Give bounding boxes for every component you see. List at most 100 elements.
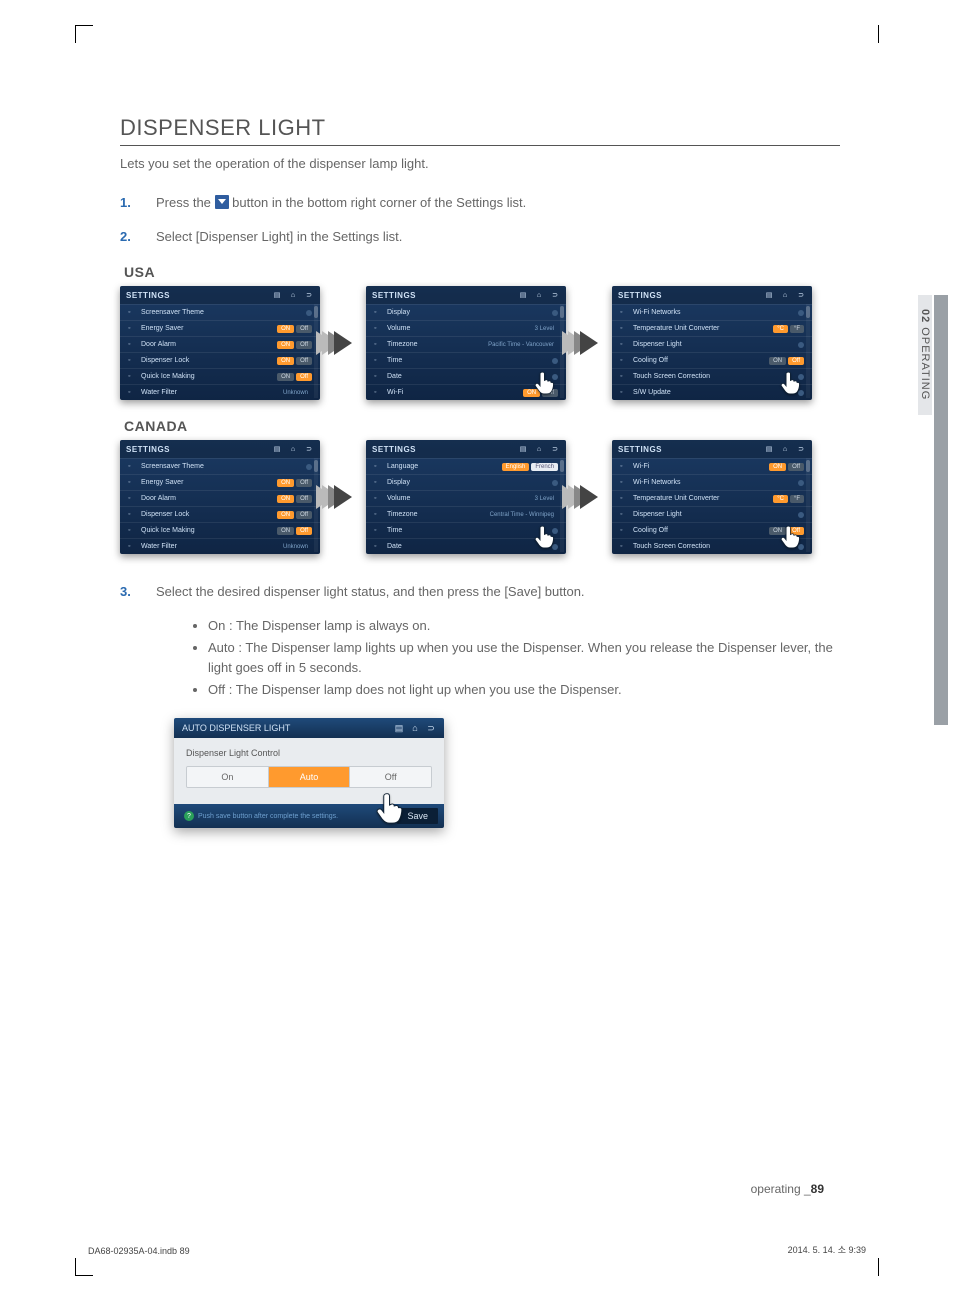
usa-panels: SETTINGS▤⌂⊃◦Screensaver Theme◦Energy Sav…: [120, 286, 840, 400]
home-icon[interactable]: ⌂: [288, 290, 298, 300]
home-icon[interactable]: ⌂: [780, 444, 790, 454]
row-icon: ◦: [128, 463, 136, 471]
row-icon: ◦: [620, 389, 628, 397]
back-icon[interactable]: ⊃: [796, 290, 806, 300]
row-icon: ◦: [374, 495, 382, 503]
settings-row[interactable]: ◦Energy SaverONOff: [120, 320, 320, 336]
settings-row[interactable]: ◦Display: [366, 474, 566, 490]
row-icon: ◦: [374, 511, 382, 519]
settings-row[interactable]: ◦Temperature Unit Converter°C°F: [612, 320, 812, 336]
settings-row[interactable]: ◦Energy SaverONOff: [120, 474, 320, 490]
home-icon[interactable]: ⌂: [288, 444, 298, 454]
row-label-text: Touch Screen Correction: [633, 373, 710, 380]
settings-row[interactable]: ◦Door AlarmONOff: [120, 336, 320, 352]
settings-row[interactable]: ◦LanguageEnglishFrench: [366, 458, 566, 474]
back-icon[interactable]: ⊃: [550, 444, 560, 454]
scrollbar[interactable]: [806, 458, 810, 552]
home-icon[interactable]: ⌂: [534, 444, 544, 454]
memo-icon[interactable]: ▤: [518, 290, 528, 300]
row-icon: ◦: [128, 309, 136, 317]
row-icon: ◦: [128, 543, 136, 551]
row-label-text: Volume: [387, 325, 410, 332]
chevron-down-icon: [215, 195, 229, 209]
row-label-text: Timezone: [387, 511, 417, 518]
settings-row[interactable]: ◦Quick Ice MakingONOff: [120, 522, 320, 538]
settings-row[interactable]: ◦Volume3 Level: [366, 490, 566, 506]
row-label-text: Door Alarm: [141, 495, 176, 502]
row-icon: ◦: [128, 479, 136, 487]
print-timestamp: 2014. 5. 14. 소 9:39: [788, 1243, 866, 1256]
settings-row[interactable]: ◦Display: [366, 304, 566, 320]
home-icon[interactable]: ⌂: [410, 723, 420, 733]
settings-row[interactable]: ◦Dispenser LockONOff: [120, 352, 320, 368]
region-canada-label: CANADA: [124, 418, 840, 434]
settings-row[interactable]: ◦Water FilterUnknown: [120, 538, 320, 554]
row-icon: ◦: [374, 463, 382, 471]
row-label-text: Wi-Fi: [633, 463, 649, 470]
scrollbar[interactable]: [314, 304, 318, 398]
row-label-text: Cooling Off: [633, 357, 668, 364]
settings-row[interactable]: ◦Wi-Fi Networks: [612, 474, 812, 490]
row-label-text: Screensaver Theme: [141, 309, 204, 316]
settings-row[interactable]: ◦Water FilterUnknown: [120, 384, 320, 400]
row-label-text: Door Alarm: [141, 341, 176, 348]
dl-segment[interactable]: On Auto Off: [186, 766, 432, 788]
page-title: DISPENSER LIGHT: [120, 115, 840, 146]
seg-auto[interactable]: Auto: [268, 767, 350, 787]
memo-icon[interactable]: ▤: [764, 290, 774, 300]
footer: operating _89: [751, 1182, 824, 1196]
back-icon[interactable]: ⊃: [304, 290, 314, 300]
settings-row[interactable]: ◦Dispenser LockONOff: [120, 506, 320, 522]
memo-icon[interactable]: ▤: [272, 290, 282, 300]
panel-title: SETTINGS: [126, 445, 170, 454]
scrollbar[interactable]: [560, 458, 564, 552]
memo-icon[interactable]: ▤: [518, 444, 528, 454]
settings-row[interactable]: ◦Wi-Fi Networks: [612, 304, 812, 320]
back-icon[interactable]: ⊃: [796, 444, 806, 454]
row-icon: ◦: [374, 309, 382, 317]
back-icon[interactable]: ⊃: [550, 290, 560, 300]
bullet-auto: Auto : The Dispenser lamp lights up when…: [208, 638, 840, 678]
back-icon[interactable]: ⊃: [304, 444, 314, 454]
settings-row[interactable]: ◦Temperature Unit Converter°C°F: [612, 490, 812, 506]
row-icon: ◦: [620, 373, 628, 381]
settings-row[interactable]: ◦Dispenser Light: [612, 336, 812, 352]
back-icon[interactable]: ⊃: [426, 723, 436, 733]
row-icon: ◦: [374, 325, 382, 333]
row-icon: ◦: [620, 527, 628, 535]
step-2-text: Select [Dispenser Light] in the Settings…: [156, 227, 840, 247]
seg-on[interactable]: On: [187, 767, 268, 787]
dl-subtitle: Dispenser Light Control: [186, 748, 432, 758]
memo-icon[interactable]: ▤: [272, 444, 282, 454]
settings-row[interactable]: ◦Time: [366, 352, 566, 368]
row-icon: ◦: [620, 341, 628, 349]
scrollbar[interactable]: [314, 458, 318, 552]
scrollbar[interactable]: [806, 304, 810, 398]
memo-icon[interactable]: ▤: [394, 723, 404, 733]
settings-row[interactable]: ◦TimezonePacific Time - Vancouver: [366, 336, 566, 352]
seg-off[interactable]: Off: [349, 767, 431, 787]
home-icon[interactable]: ⌂: [534, 290, 544, 300]
settings-row[interactable]: ◦Wi-FiONOff: [612, 458, 812, 474]
row-icon: ◦: [620, 495, 628, 503]
home-icon[interactable]: ⌂: [780, 290, 790, 300]
settings-row[interactable]: ◦Screensaver Theme: [120, 458, 320, 474]
settings-row[interactable]: ◦Volume3 Level: [366, 320, 566, 336]
settings-row[interactable]: ◦TimezoneCentral Time - Winnipeg: [366, 506, 566, 522]
dispenser-light-panel: AUTO DISPENSER LIGHT ▤ ⌂ ⊃ Dispenser Lig…: [174, 718, 444, 828]
row-icon: ◦: [128, 389, 136, 397]
settings-row[interactable]: ◦Cooling OffONOff: [612, 352, 812, 368]
settings-row[interactable]: ◦Dispenser Light: [612, 506, 812, 522]
settings-row[interactable]: ◦Door AlarmONOff: [120, 490, 320, 506]
panel-title: SETTINGS: [618, 445, 662, 454]
row-label-text: Dispenser Lock: [141, 357, 189, 364]
row-icon: ◦: [620, 325, 628, 333]
row-icon: ◦: [620, 309, 628, 317]
memo-icon[interactable]: ▤: [764, 444, 774, 454]
row-icon: ◦: [374, 357, 382, 365]
settings-row[interactable]: ◦ Screensaver Theme: [120, 304, 320, 320]
row-icon: ◦: [128, 325, 136, 333]
settings-row[interactable]: ◦Quick Ice MakingONOff: [120, 368, 320, 384]
row-icon: ◦: [620, 543, 628, 551]
scrollbar[interactable]: [560, 304, 564, 398]
